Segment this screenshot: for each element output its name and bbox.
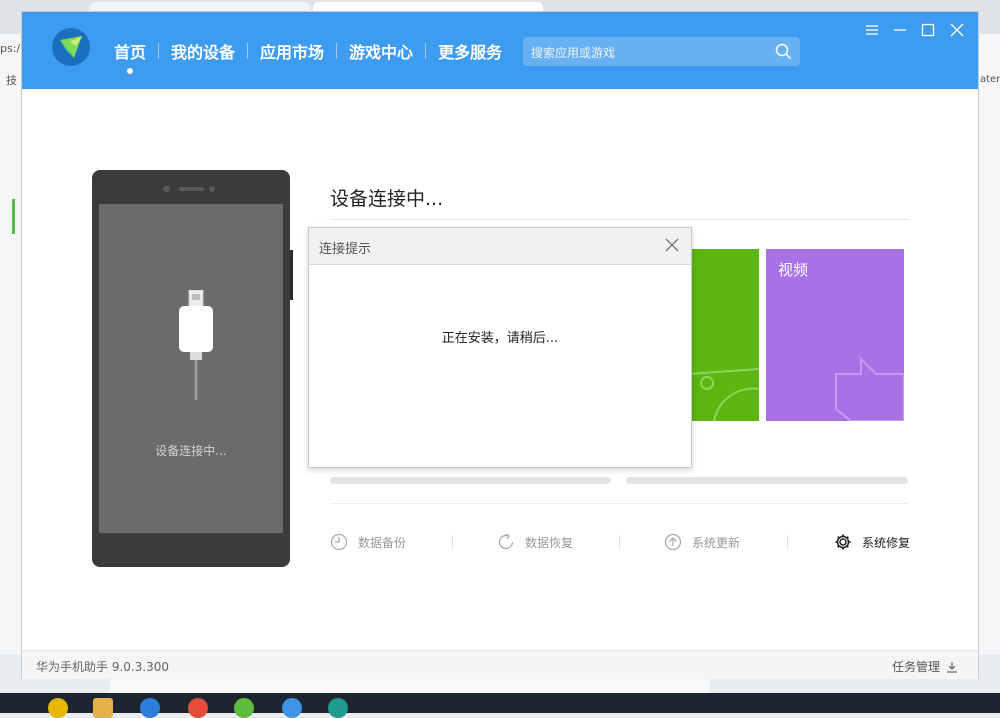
taskbar-folder-icon[interactable] [93,698,113,718]
phone-connecting-text: 设备连接中... [155,444,227,458]
active-indicator [127,68,133,74]
tool-divider [787,535,788,549]
phone-side-button [290,250,293,300]
tool-divider [619,535,620,549]
data-restore-button[interactable]: 数据恢复 [497,533,573,551]
video-camera-icon [835,356,904,421]
nav-more-services-label: 更多服务 [438,43,503,62]
search-icon[interactable] [775,43,792,60]
system-update-label: 系统更新 [692,535,741,550]
divider [330,503,908,504]
hummingbird-logo-icon [60,36,82,58]
nav-more-services[interactable]: 更多服务 [426,39,514,63]
system-repair-button[interactable]: 系统修复 [834,533,910,551]
data-backup-label: 数据备份 [358,535,407,550]
app-logo [52,28,90,66]
background-right-pane: ater [978,34,1000,654]
dialog-message: 正在安装，请稍后... [441,331,559,346]
green-feature-tile[interactable] [689,249,759,421]
taskbar-app-icon[interactable] [48,698,68,718]
tile-decoration-icon [689,368,759,421]
nav-home[interactable]: 首页 [102,39,158,74]
clock-icon [330,533,348,551]
nav-home-label: 首页 [114,43,147,62]
close-icon[interactable] [665,238,679,252]
system-repair-label: 系统修复 [862,535,911,550]
background-green-marker [12,199,15,234]
minimize-icon[interactable] [892,22,908,38]
restore-icon [498,533,514,550]
progress-track [626,477,908,484]
task-manager-button[interactable]: 任务管理 [892,658,958,675]
dialog-header: 连接提示 [309,228,691,265]
data-restore-label: 数据恢复 [525,535,574,550]
progress-track [330,477,611,484]
title-bar: 首页 我的设备 应用市场 游戏中心 更多服务 [22,12,978,89]
phone-camera [209,186,215,192]
gear-icon [835,534,851,550]
dialog-title: 连接提示 [319,242,372,257]
status-bar: 华为手机助手 9.0.3.300 任务管理 [22,650,978,679]
taskbar-chrome-icon[interactable] [188,698,208,718]
upload-icon [664,533,682,551]
connection-dialog: 连接提示 正在安装，请稍后... [308,227,692,468]
background-url-fragment: ps:/ [0,42,21,55]
version-text: 华为手机助手 9.0.3.300 [36,660,170,674]
phone-assistant-window: 首页 我的设备 应用市场 游戏中心 更多服务 搜索应用或游戏 设备连接中... … [22,12,978,679]
nav-app-market-label: 应用市场 [260,43,325,62]
taskbar-wechat-icon[interactable] [234,698,254,718]
divider [330,219,908,220]
nav-game-center-label: 游戏中心 [349,43,414,62]
taskbar-assistant-icon[interactable] [328,698,348,718]
system-update-button[interactable]: 系统更新 [664,533,740,551]
search-input[interactable] [523,37,773,68]
usb-cable-icon [179,290,213,400]
data-backup-button[interactable]: 数据备份 [330,533,406,551]
download-icon [947,661,957,673]
phone-sensor [163,186,170,192]
phone-speaker [179,187,204,191]
phone-screen: 设备连接中... [99,204,283,533]
connection-status-title: 设备连接中... [330,188,444,210]
taskbar-browser-icon[interactable] [140,698,160,718]
main-nav: 首页 我的设备 应用市场 游戏中心 更多服务 [102,39,514,74]
search-box [523,37,800,68]
taskbar-telegram-icon[interactable] [282,698,302,718]
nav-app-market[interactable]: 应用市场 [248,39,336,63]
nav-game-center[interactable]: 游戏中心 [337,39,425,63]
task-manager-label: 任务管理 [891,660,940,674]
close-icon[interactable] [949,22,965,38]
background-text-fragment: ater [980,74,1000,85]
tool-divider [452,535,453,549]
nav-my-devices-label: 我的设备 [171,43,236,62]
nav-my-devices[interactable]: 我的设备 [159,39,247,63]
phone-illustration: 设备连接中... [92,170,293,567]
menu-icon[interactable] [864,22,880,38]
background-left-pane: ps:/ 技 [0,34,23,654]
video-tile[interactable]: 视频 [766,249,904,421]
maximize-icon[interactable] [920,22,936,38]
background-text-fragment: 技 [6,74,17,87]
